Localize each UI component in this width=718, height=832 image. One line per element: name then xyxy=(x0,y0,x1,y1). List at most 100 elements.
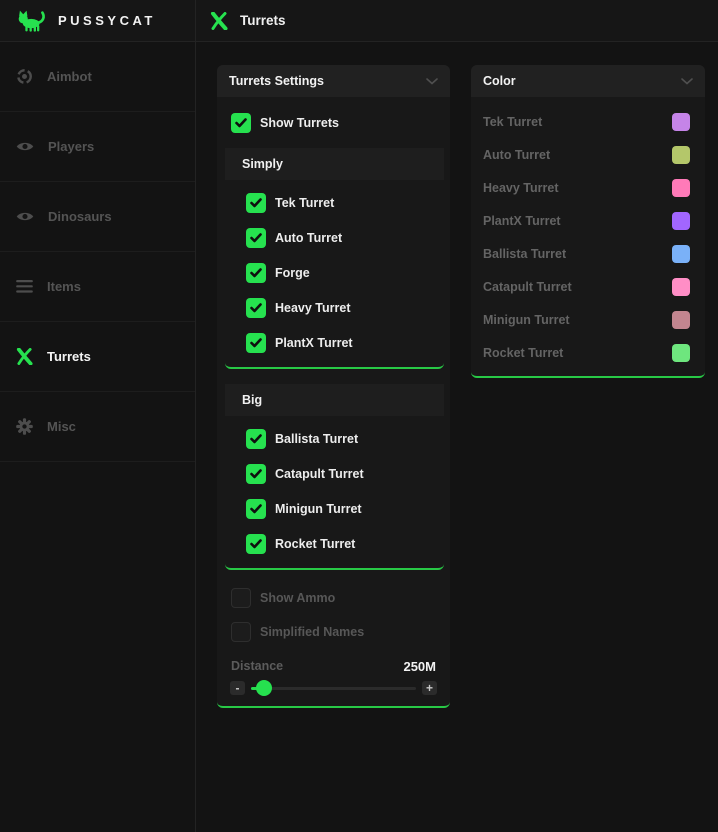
content-header: Turrets xyxy=(196,0,286,41)
color-swatch-rocket-turret[interactable] xyxy=(672,344,690,362)
check-row: Heavy Turret xyxy=(246,296,444,320)
chevron-down-icon[interactable] xyxy=(681,78,693,85)
check-label: Forge xyxy=(275,266,310,280)
color-row-label: Auto Turret xyxy=(483,148,550,162)
color-panel-header[interactable]: Color xyxy=(471,65,705,97)
settings-toggles: Show Ammo Simplified Names xyxy=(217,586,450,644)
color-row-label: Rocket Turret xyxy=(483,346,563,360)
check-label: Auto Turret xyxy=(275,231,342,245)
cat-logo-icon xyxy=(17,10,47,32)
sidebar-nav: Aimbot Players Dinosaurs Items Turrets xyxy=(0,42,196,832)
panel-title: Turrets Settings xyxy=(229,74,324,88)
distance-slider-row: - + xyxy=(230,680,437,696)
color-row-label: Tek Turret xyxy=(483,115,542,129)
sidebar-item-turrets[interactable]: Turrets xyxy=(0,322,195,392)
check-row: Ballista Turret xyxy=(246,427,444,451)
color-swatch-ballista-turret[interactable] xyxy=(672,245,690,263)
color-row: Ballista Turret xyxy=(471,237,705,270)
check-row: Auto Turret xyxy=(246,226,444,250)
color-swatch-tek-turret[interactable] xyxy=(672,113,690,131)
color-row-label: Ballista Turret xyxy=(483,247,566,261)
slider-thumb[interactable] xyxy=(256,680,272,696)
check-label: Show Ammo xyxy=(260,591,335,605)
check-label: PlantX Turret xyxy=(275,336,353,350)
color-swatch-plantx-turret[interactable] xyxy=(672,212,690,230)
checkbox-ballista-turret[interactable] xyxy=(246,429,266,449)
sidebar-item-label: Players xyxy=(48,139,94,154)
gear-icon xyxy=(16,418,33,435)
checkbox-rocket-turret[interactable] xyxy=(246,534,266,554)
turrets-settings-panel: Turrets Settings Show Turrets Simply xyxy=(217,65,450,708)
slider-plus-button[interactable]: + xyxy=(422,681,437,695)
distance-slider[interactable] xyxy=(251,680,416,696)
show-turrets-row: Show Turrets xyxy=(231,111,450,135)
sidebar-item-label: Aimbot xyxy=(47,69,92,84)
sidebar-item-misc[interactable]: Misc xyxy=(0,392,195,462)
color-swatch-minigun-turret[interactable] xyxy=(672,311,690,329)
checkbox-forge[interactable] xyxy=(246,263,266,283)
show-turrets-label: Show Turrets xyxy=(260,116,339,130)
check-label: Simplified Names xyxy=(260,625,364,639)
checkbox-heavy-turret[interactable] xyxy=(246,298,266,318)
settings-groups: Simply Tek Turret Auto Turret Forge xyxy=(217,148,450,570)
check-row: Show Ammo xyxy=(231,586,450,610)
check-row: Simplified Names xyxy=(231,620,450,644)
sidebar-item-label: Items xyxy=(47,279,81,294)
checkbox-catapult-turret[interactable] xyxy=(246,464,266,484)
distance-label: Distance xyxy=(231,659,283,673)
turret-icon xyxy=(16,348,33,365)
checkbox-plantx-turret[interactable] xyxy=(246,333,266,353)
turrets-settings-panel-header[interactable]: Turrets Settings xyxy=(217,65,450,97)
eye-icon xyxy=(16,140,34,153)
check-label: Heavy Turret xyxy=(275,301,351,315)
check-label: Tek Turret xyxy=(275,196,334,210)
slider-minus-button[interactable]: - xyxy=(230,681,245,695)
checkbox-minigun-turret[interactable] xyxy=(246,499,266,519)
group-big: Big Ballista Turret Catapult Turret Mini… xyxy=(225,384,444,570)
sidebar-item-items[interactable]: Items xyxy=(0,252,195,322)
check-label: Rocket Turret xyxy=(275,537,355,551)
sidebar-item-dinosaurs[interactable]: Dinosaurs xyxy=(0,182,195,252)
sidebar-item-label: Turrets xyxy=(47,349,91,364)
page-title: Turrets xyxy=(240,13,286,28)
list-icon xyxy=(16,280,33,293)
color-row-label: Heavy Turret xyxy=(483,181,559,195)
check-label: Ballista Turret xyxy=(275,432,358,446)
check-row: PlantX Turret xyxy=(246,331,444,355)
group-header: Big xyxy=(225,384,444,416)
checkbox-show-ammo[interactable] xyxy=(231,588,251,608)
brand-name: PUSSYCAT xyxy=(58,13,156,28)
sidebar-item-players[interactable]: Players xyxy=(0,112,195,182)
eye-icon xyxy=(16,210,34,223)
checkbox-tek-turret[interactable] xyxy=(246,193,266,213)
sidebar-item-label: Misc xyxy=(47,419,76,434)
color-row: Tek Turret xyxy=(471,105,705,138)
distance-row: Distance 250M xyxy=(231,658,436,674)
color-swatch-heavy-turret[interactable] xyxy=(672,179,690,197)
check-row: Forge xyxy=(246,261,444,285)
color-row: Minigun Turret xyxy=(471,303,705,336)
check-label: Minigun Turret xyxy=(275,502,362,516)
check-row: Tek Turret xyxy=(246,191,444,215)
color-swatch-auto-turret[interactable] xyxy=(672,146,690,164)
brand: PUSSYCAT xyxy=(0,0,196,41)
checkbox-simplified-names[interactable] xyxy=(231,622,251,642)
chevron-down-icon[interactable] xyxy=(426,78,438,85)
sidebar-item-aimbot[interactable]: Aimbot xyxy=(0,42,195,112)
group-header: Simply xyxy=(225,148,444,180)
checkbox-auto-turret[interactable] xyxy=(246,228,266,248)
turret-icon xyxy=(210,12,228,30)
checkbox-show-turrets[interactable] xyxy=(231,113,251,133)
aimbot-target-icon xyxy=(16,68,33,85)
check-row: Catapult Turret xyxy=(246,462,444,486)
color-row-label: Minigun Turret xyxy=(483,313,570,327)
color-swatch-catapult-turret[interactable] xyxy=(672,278,690,296)
distance-value: 250M xyxy=(403,659,436,674)
color-row: PlantX Turret xyxy=(471,204,705,237)
color-rows: Tek Turret Auto Turret Heavy Turret Plan… xyxy=(471,97,705,369)
check-row: Rocket Turret xyxy=(246,532,444,556)
panel-title: Color xyxy=(483,74,516,88)
check-label: Catapult Turret xyxy=(275,467,364,481)
slider-track[interactable] xyxy=(251,687,416,690)
group-rows: Ballista Turret Catapult Turret Minigun … xyxy=(225,427,444,556)
